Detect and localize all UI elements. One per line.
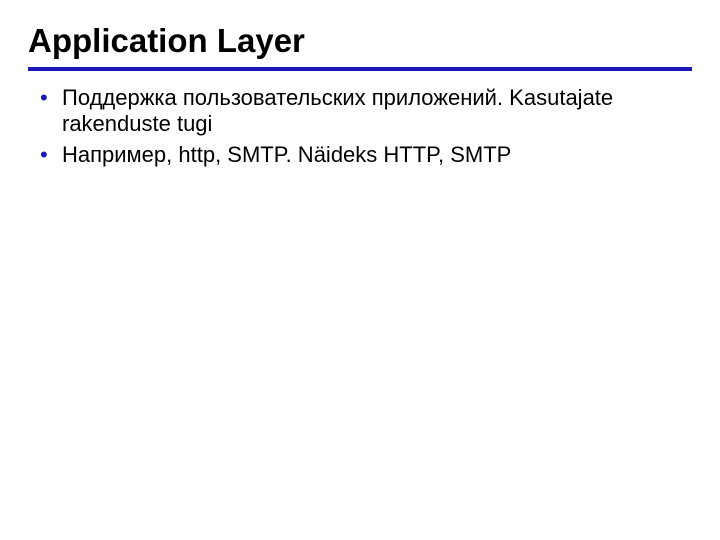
slide-title: Application Layer: [28, 20, 692, 65]
title-underline: [28, 67, 692, 71]
list-item: Поддержка пользовательских приложений. K…: [40, 85, 686, 139]
slide: Application Layer Поддержка пользователь…: [0, 0, 720, 540]
bullet-list: Поддержка пользовательских приложений. K…: [28, 85, 692, 169]
bullet-text: Например, http, SMTP. Näideks HTTP, SMTP: [62, 142, 511, 167]
list-item: Например, http, SMTP. Näideks HTTP, SMTP: [40, 142, 686, 169]
bullet-text: Поддержка пользовательских приложений. K…: [62, 85, 613, 137]
